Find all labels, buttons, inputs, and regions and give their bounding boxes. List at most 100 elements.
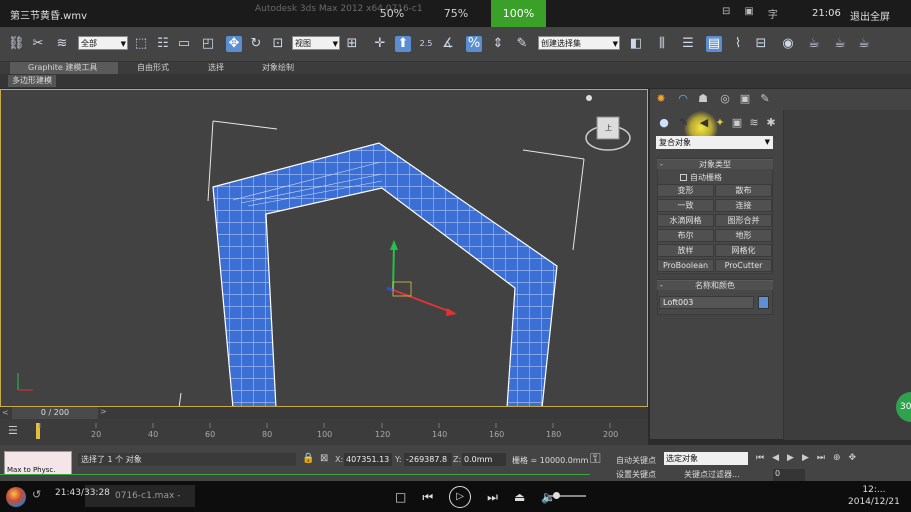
go-start-icon[interactable]: ⏮ [756, 453, 764, 463]
time-slider-label[interactable]: 0 / 200 [12, 407, 98, 419]
select-by-name-icon[interactable]: ☷ [155, 36, 171, 52]
tab-graphite-modeling[interactable]: Graphite 建模工具 [10, 62, 118, 74]
back-icon[interactable]: ↺ [32, 488, 41, 501]
previous-icon[interactable]: ⏮ [422, 490, 433, 505]
select-link-icon[interactable]: ⛓ [8, 36, 25, 52]
cameras-icon[interactable]: ✦ [713, 116, 727, 130]
edit-named-sets-icon[interactable]: ✎ [514, 36, 530, 52]
rect-region-icon[interactable]: ▭ [176, 36, 192, 52]
key-filters-button[interactable]: 关键点过滤器... [684, 469, 740, 480]
scale-icon[interactable]: ⊡ [270, 36, 286, 52]
loft-button[interactable]: 放样 [657, 244, 714, 257]
blobmesh-button[interactable]: 水滴网格 [657, 214, 714, 227]
current-frame-field[interactable]: 0 [773, 469, 805, 481]
absolute-mode-icon[interactable]: ⊠ [320, 453, 328, 464]
zoom-100-button[interactable]: 100% [491, 0, 546, 27]
exit-fullscreen-button[interactable]: 退出全屏 [850, 8, 890, 23]
schematic-view-icon[interactable]: ⊟ [753, 36, 769, 52]
object-category-dropdown[interactable]: 复合对象 ▼ [656, 136, 773, 149]
morph-button[interactable]: 变形 [657, 184, 714, 197]
time-slider[interactable]: < 0 / 200 > [0, 407, 648, 419]
display-tab-icon[interactable]: ▣ [738, 92, 752, 106]
object-color-swatch[interactable] [758, 296, 769, 309]
graphite-toggle-icon[interactable]: ▤ [706, 36, 722, 52]
scatter-button[interactable]: 散布 [715, 184, 772, 197]
windows-start-icon[interactable] [6, 487, 26, 507]
auto-grid-checkbox[interactable]: 自动栅格 [680, 172, 722, 183]
selection-filter-dropdown[interactable]: 全部 ▼ [78, 36, 128, 50]
prev-key-icon[interactable]: ◀ [772, 453, 779, 463]
zoom-75-button[interactable]: 75% [424, 0, 488, 27]
shapes-icon[interactable]: ✎ [677, 116, 691, 130]
eject-icon[interactable]: ⏏ [514, 490, 525, 504]
spacewarps-icon[interactable]: ≋ [747, 116, 761, 130]
polygon-modeling-panel[interactable]: 多边形建模 [8, 75, 56, 87]
motion-tab-icon[interactable]: ◎ [718, 92, 732, 106]
angle-snap-icon[interactable]: ∡ [440, 36, 456, 52]
y-coordinate-field[interactable]: -269387.8 [404, 453, 452, 466]
tab-object-paint[interactable]: 对象绘制 [262, 62, 294, 74]
subtitle-icon[interactable]: 字 [768, 6, 778, 21]
next-icon[interactable]: ⏭ [487, 490, 498, 505]
geometry-icon[interactable]: ● [657, 116, 671, 130]
bind-spacewarp-icon[interactable]: ≋ [54, 36, 70, 52]
procutter-button[interactable]: ProCutter [715, 259, 772, 272]
curve-editor-icon[interactable]: ⌇ [730, 36, 746, 52]
pan-viewport-icon[interactable]: ✥ [849, 453, 857, 463]
modify-tab-icon[interactable]: ◠ [676, 92, 690, 106]
tab-freeform[interactable]: 自由形式 [137, 62, 169, 74]
connect-button[interactable]: 连接 [715, 199, 772, 212]
percent-snap-icon[interactable]: % [466, 36, 482, 52]
zoom-50-button[interactable]: 50% [360, 0, 424, 27]
next-key-icon[interactable]: ▶ [802, 453, 809, 463]
select-manipulate-icon[interactable]: ✛ [372, 36, 388, 52]
lights-icon[interactable]: ◀ [697, 116, 711, 130]
key-icon[interactable]: ⚿ [590, 451, 601, 467]
lock-icon[interactable]: 🔒 [302, 453, 314, 464]
boolean-button[interactable]: 布尔 [657, 229, 714, 242]
volume-knob[interactable] [553, 492, 560, 499]
window-crossing-icon[interactable]: ◰ [200, 36, 216, 52]
mesher-button[interactable]: 网格化 [715, 244, 772, 257]
object-type-rollout-header[interactable]: - 对象类型 [657, 159, 773, 169]
minimize-icon[interactable]: ⊟ [722, 6, 730, 21]
move-icon[interactable]: ✥ [226, 36, 242, 52]
create-tab-icon[interactable]: ✸ [654, 92, 668, 106]
material-editor-icon[interactable]: ◉ [780, 36, 796, 52]
select-object-icon[interactable]: ⬚ [133, 36, 149, 52]
spinner-snap-icon[interactable]: ⇕ [490, 36, 506, 52]
utilities-tab-icon[interactable]: ✎ [758, 92, 772, 106]
mirror-icon[interactable]: ◧ [628, 36, 644, 52]
keyboard-shortcut-icon[interactable]: ⬆ [395, 36, 411, 52]
rotate-icon[interactable]: ↻ [248, 36, 264, 52]
helpers-icon[interactable]: ▣ [730, 116, 744, 130]
proboolean-button[interactable]: ProBoolean [657, 259, 714, 272]
auto-key-button[interactable]: 自动关键点 [616, 455, 656, 466]
unlink-icon[interactable]: ✂ [30, 36, 46, 52]
play-icon[interactable]: ▶ [787, 453, 794, 463]
track-bar[interactable]: ☰ 20 40 60 80 100 120 140 160 180 200 [0, 419, 648, 445]
render-production-icon[interactable]: ☕ [856, 36, 872, 52]
name-color-rollout-header[interactable]: - 名称和颜色 [657, 280, 773, 290]
maxscript-listener[interactable]: Max to Physc. [4, 451, 72, 475]
perspective-viewport[interactable]: 上 [0, 89, 648, 407]
render-setup-icon[interactable]: ☕ [806, 36, 822, 52]
key-filter-dropdown[interactable]: 选定对象 [664, 452, 748, 465]
set-key-button[interactable]: 设置关键点 [616, 469, 656, 480]
rendered-frame-icon[interactable]: ☕ [832, 36, 848, 52]
ref-coord-dropdown[interactable]: 视图 ▼ [292, 36, 340, 50]
stop-icon[interactable]: □ [395, 490, 406, 504]
tab-selection[interactable]: 选择 [208, 62, 224, 74]
z-coordinate-field[interactable]: 0.0mm [462, 453, 506, 466]
align-icon[interactable]: ⫼ [654, 36, 670, 52]
go-end-icon[interactable]: ⏭ [817, 453, 825, 463]
object-name-input[interactable]: Loft003 [659, 296, 754, 309]
terrain-button[interactable]: 地形 [715, 229, 772, 242]
conform-button[interactable]: 一致 [657, 199, 714, 212]
layer-manager-icon[interactable]: ☰ [680, 36, 696, 52]
prev-frame-icon[interactable]: < [2, 408, 9, 417]
hierarchy-tab-icon[interactable]: ☗ [696, 92, 710, 106]
systems-icon[interactable]: ✱ [764, 116, 778, 130]
play-pause-icon[interactable]: ▷ [449, 486, 472, 508]
x-coordinate-field[interactable]: 407351.13 [344, 453, 392, 466]
